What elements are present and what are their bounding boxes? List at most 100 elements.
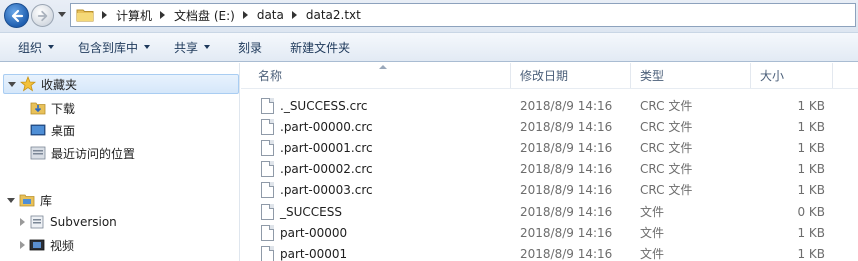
recent-pages-dropdown[interactable] [58,12,66,17]
library-icon [19,194,35,207]
file-name: .part-00003.crc [280,183,373,197]
file-size: 1 KB [797,141,825,155]
file-name: part-00001 [280,247,348,261]
file-icon [261,225,274,241]
command-toolbar: 组织 包含到库中 共享 刻录 新建文件夹 [0,32,858,62]
chevron-down-icon [204,45,211,49]
breadcrumb-separator-icon[interactable] [242,11,248,19]
file-icon [261,98,274,114]
file-date: 2018/8/9 14:16 [520,141,613,155]
file-type: CRC 文件 [640,120,693,134]
file-date: 2018/8/9 14:16 [520,247,613,261]
file-icon [261,140,274,156]
file-type: 文件 [640,247,665,261]
file-row[interactable]: part-00000 2018/8/9 14:16 文件 1 KB [241,223,858,244]
file-size: 1 KB [797,247,825,261]
file-type: CRC 文件 [640,141,693,155]
file-name: ._SUCCESS.crc [280,99,368,113]
recent-places-icon [30,146,46,160]
forward-arrow-icon [37,10,48,22]
sidebar-item-libraries[interactable]: 库 [7,190,52,210]
organize-button[interactable]: 组织 [10,35,62,59]
new-folder-button[interactable]: 新建文件夹 [282,35,358,59]
file-icon [261,161,274,177]
breadcrumb-data[interactable]: data [257,8,284,22]
file-size: 1 KB [797,226,825,240]
breadcrumb-computer[interactable]: 计算机 [116,7,152,24]
video-library-icon [29,239,45,251]
sidebar-item-label: 收藏夹 [41,77,78,92]
back-arrow-icon [11,9,24,23]
file-name: .part-00000.crc [280,120,373,134]
file-name: part-00000 [280,226,348,240]
column-header-date[interactable]: 修改日期 [511,63,631,88]
file-row[interactable]: .part-00003.crc 2018/8/9 14:16 CRC 文件 1 … [241,180,858,201]
file-row[interactable]: .part-00001.crc 2018/8/9 14:16 CRC 文件 1 … [241,138,858,159]
file-date: 2018/8/9 14:16 [520,162,613,176]
collapse-arrow-icon[interactable] [20,241,25,249]
sidebar-item-favorites[interactable]: 收藏夹 [3,74,239,94]
sidebar-item-videos[interactable]: 视频 [20,235,74,255]
file-size: 1 KB [797,162,825,176]
share-button[interactable]: 共享 [166,35,218,59]
column-header-name[interactable]: 名称 [249,63,511,88]
expand-arrow-icon[interactable] [8,81,16,87]
file-row[interactable]: ._SUCCESS.crc 2018/8/9 14:16 CRC 文件 1 KB [241,96,858,117]
include-in-library-label: 包含到库中 [78,40,139,55]
file-type: 文件 [640,205,665,219]
expand-arrow-icon[interactable] [7,197,15,203]
breadcrumb-separator-icon[interactable] [291,11,297,19]
column-header-size[interactable]: 大小 [751,63,833,88]
breadcrumb-separator-icon[interactable] [160,11,166,19]
burn-button[interactable]: 刻录 [230,35,270,59]
file-date: 2018/8/9 14:16 [520,99,613,113]
file-name: .part-00001.crc [280,141,373,155]
file-date: 2018/8/9 14:16 [520,120,613,134]
sidebar-item-desktop[interactable]: 桌面 [30,120,75,140]
file-icon [261,246,274,261]
file-size: 0 KB [797,205,825,219]
file-type: CRC 文件 [640,183,693,197]
breadcrumb-data2-txt[interactable]: data2.txt [306,8,361,22]
file-size: 1 KB [797,120,825,134]
file-date: 2018/8/9 14:16 [520,205,613,219]
sidebar-item-label: Subversion [50,215,117,229]
header-divider [241,88,858,89]
address-bar[interactable]: 计算机 文档盘 (E:) data data2.txt [70,3,856,27]
share-label: 共享 [174,40,199,55]
file-date: 2018/8/9 14:16 [520,226,613,240]
file-row[interactable]: .part-00000.crc 2018/8/9 14:16 CRC 文件 1 … [241,117,858,138]
file-type: CRC 文件 [640,99,693,113]
sidebar-item-downloads[interactable]: 下载 [30,98,75,118]
file-name: .part-00002.crc [280,162,373,176]
file-name: _SUCCESS [280,205,342,219]
file-row[interactable]: _SUCCESS 2018/8/9 14:16 文件 0 KB [241,202,858,223]
file-type: 文件 [640,226,665,240]
file-row[interactable]: part-00001 2018/8/9 14:16 文件 1 KB [241,244,858,261]
collapse-arrow-icon[interactable] [20,218,25,226]
file-size: 1 KB [797,183,825,197]
sidebar-item-recent-places[interactable]: 最近访问的位置 [30,143,135,163]
subversion-library-icon [30,215,44,229]
back-button[interactable] [4,3,29,28]
include-in-library-button[interactable]: 包含到库中 [70,35,158,59]
new-folder-label: 新建文件夹 [290,40,351,55]
sidebar-item-subversion[interactable]: Subversion [20,212,117,232]
file-size: 1 KB [797,99,825,113]
file-type: CRC 文件 [640,162,693,176]
file-list: 名称 修改日期 类型 大小 ._SUCCESS.crc 2018/8/9 14:… [241,63,858,261]
breadcrumb-drive-e[interactable]: 文档盘 (E:) [174,7,235,24]
sidebar-item-label: 库 [40,193,53,208]
organize-label: 组织 [18,40,43,55]
file-icon [261,182,274,198]
file-icon [261,204,274,220]
sidebar-item-label: 下载 [51,101,76,116]
column-header-type[interactable]: 类型 [631,63,751,88]
breadcrumb-separator-icon[interactable] [102,11,107,19]
forward-button[interactable] [31,4,54,27]
column-header-name-label: 名称 [258,69,283,83]
file-row[interactable]: .part-00002.crc 2018/8/9 14:16 CRC 文件 1 … [241,159,858,180]
column-header-size-label: 大小 [760,69,785,83]
chevron-down-icon [48,45,55,49]
file-date: 2018/8/9 14:16 [520,183,613,197]
